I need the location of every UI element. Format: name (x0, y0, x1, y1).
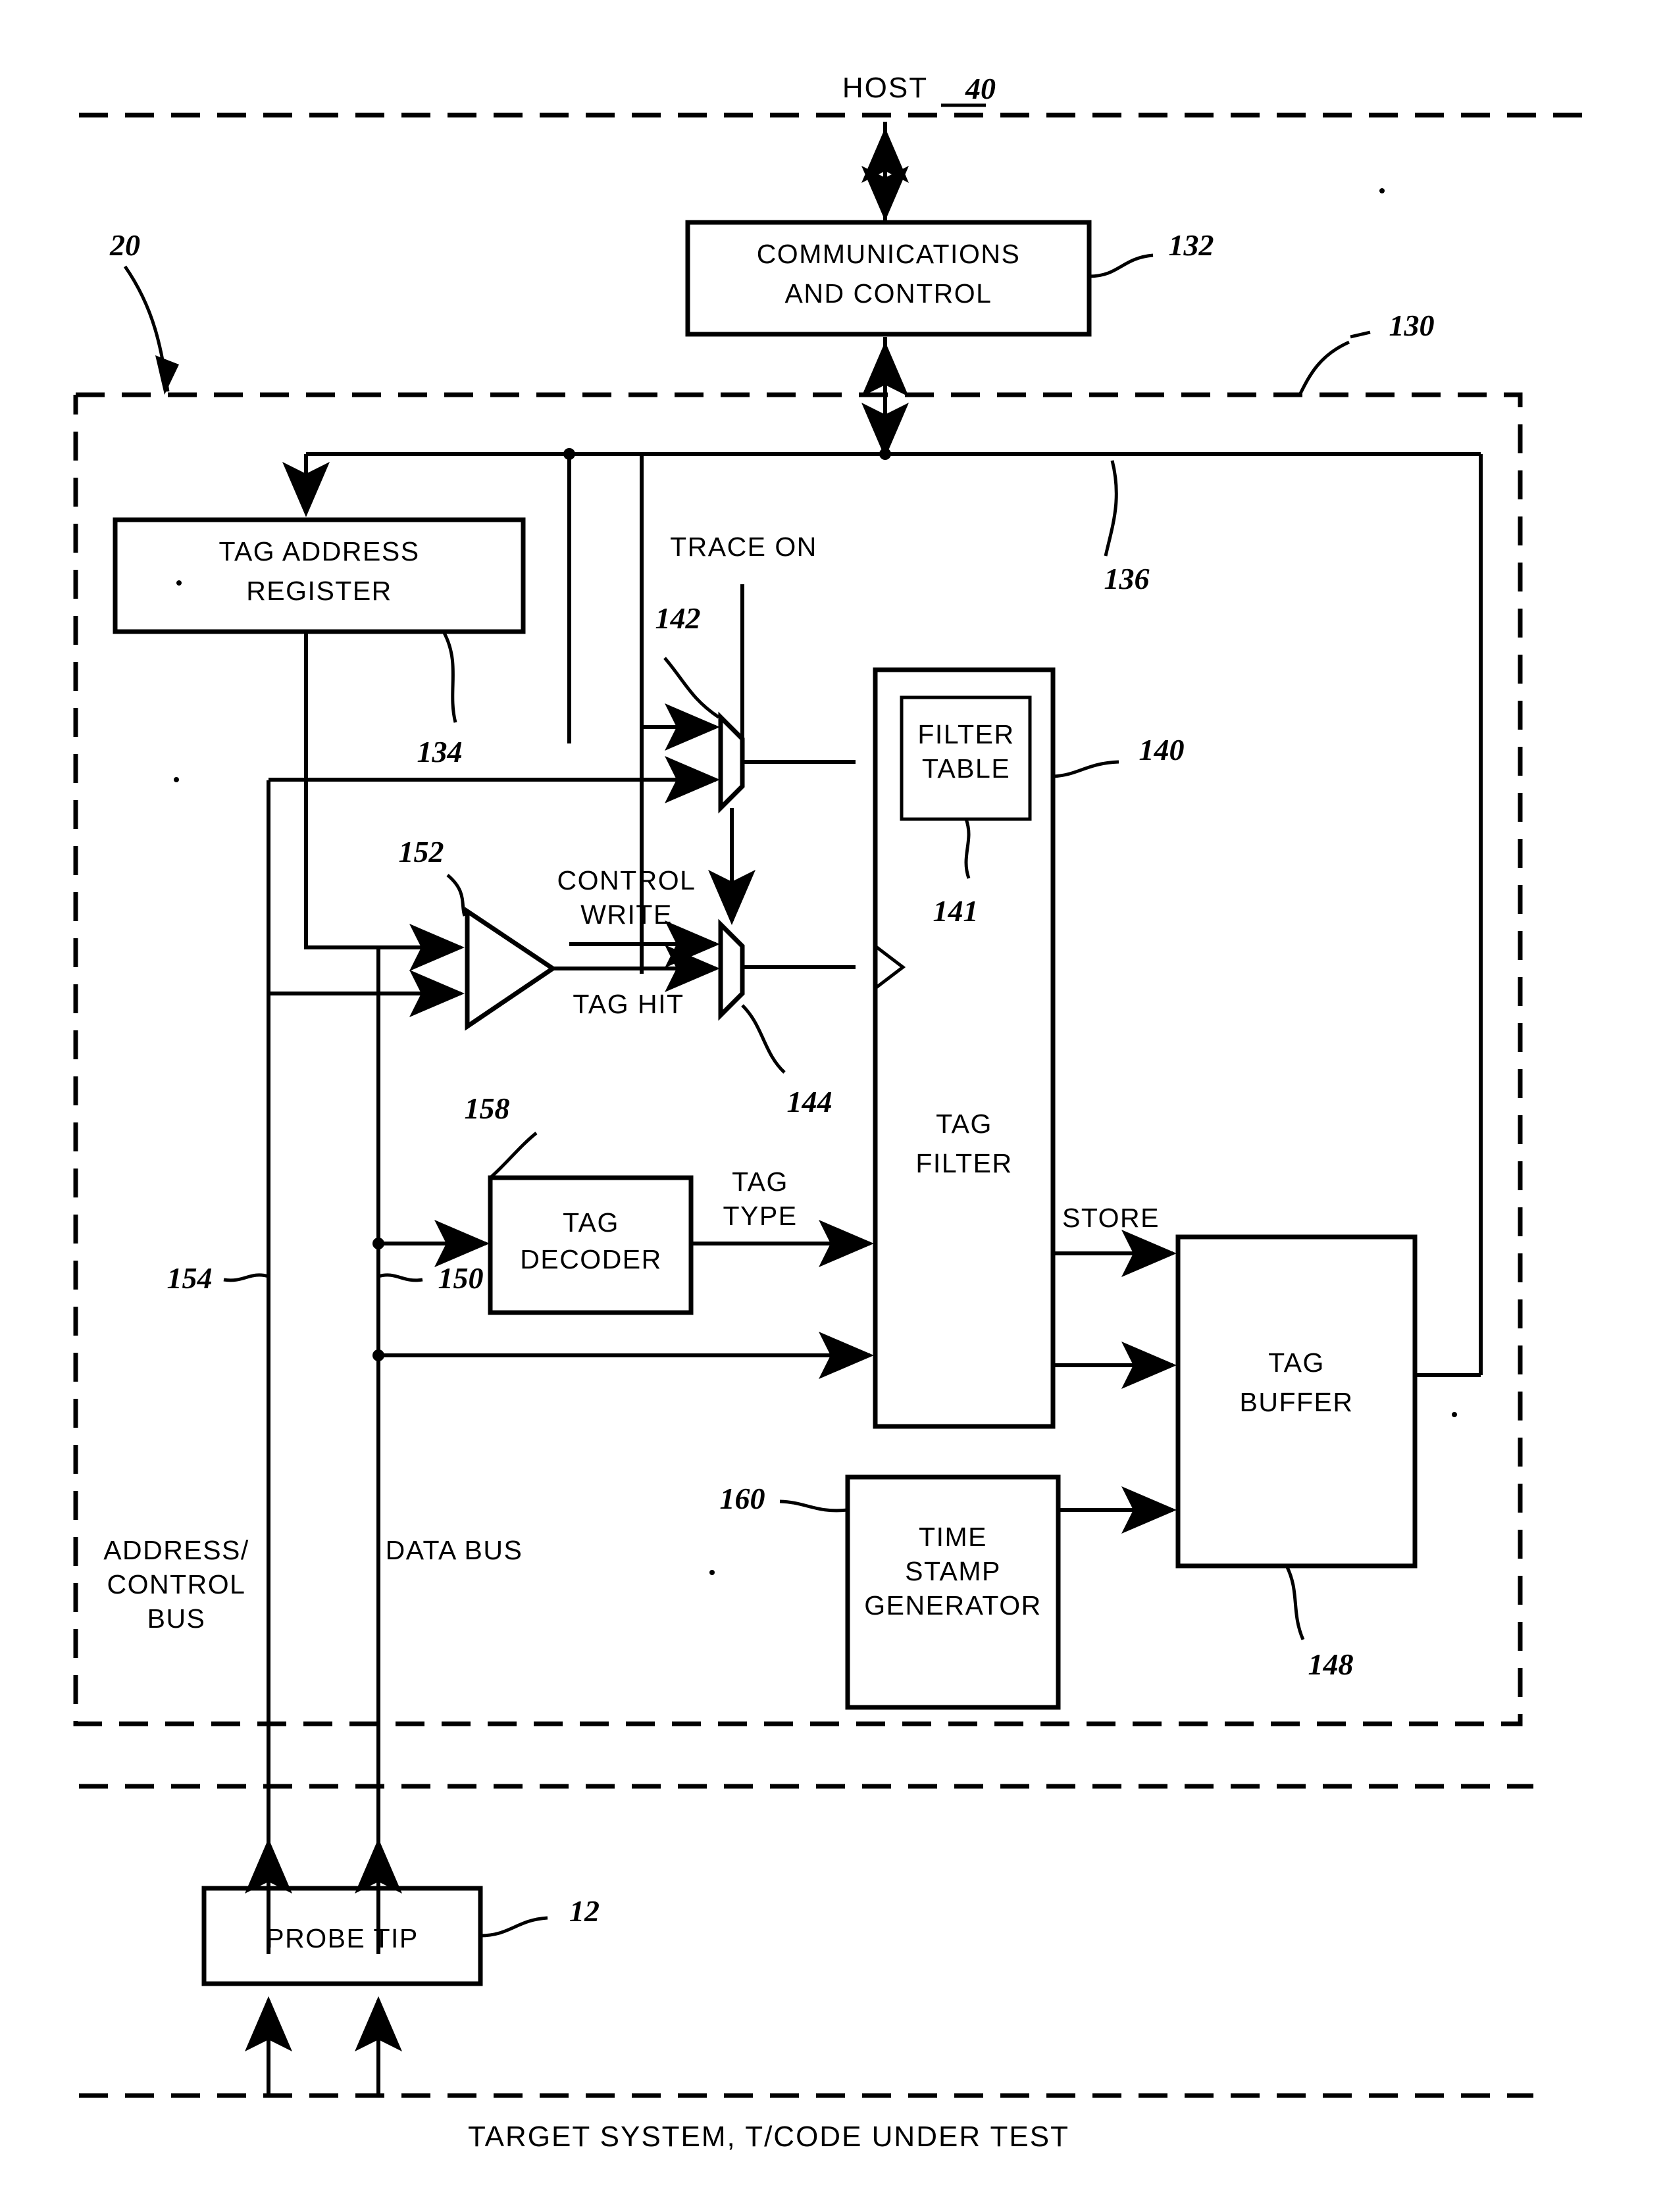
ref-130-leader (1298, 340, 1350, 396)
ref-160: 160 (720, 1482, 765, 1515)
ref-20: 20 (109, 228, 140, 262)
target-system-caption: TARGET SYSTEM, T/CODE UNDER TEST (468, 2121, 1069, 2153)
addr-ctrl-bus-line1: ADDRESS/ (103, 1535, 249, 1565)
probe-tip-label: PROBE TIP (266, 1923, 418, 1953)
tag-decoder-line1: TAG (563, 1207, 619, 1238)
ref-148-leader (1285, 1565, 1305, 1640)
control-write-line1: CONTROL (557, 865, 696, 895)
ref-141-leader (964, 818, 971, 879)
tsg-line1: TIME (919, 1522, 987, 1552)
ref-134: 134 (417, 735, 463, 768)
tag-buffer-line1: TAG (1268, 1347, 1325, 1378)
filter-table-block: FILTER TABLE (900, 695, 1032, 821)
ref-136: 136 (1104, 562, 1150, 595)
tag-filter-line2: FILTER (915, 1148, 1012, 1178)
addr-ctrl-bus-line2: CONTROL (107, 1569, 246, 1599)
ref-132: 132 (1169, 228, 1214, 262)
bus-node-comm (879, 448, 891, 460)
patent-figure-canvas: HOST 40 COMMUNICATIONS AND CONTROL 132 1… (0, 0, 1665, 2212)
tar-line1: TAG ADDRESS (218, 536, 419, 566)
tsg-line2: STAMP (905, 1556, 1001, 1586)
filter-table-line2: TABLE (922, 753, 1010, 784)
tag-decoder-line2: DECODER (520, 1244, 662, 1274)
tag-filter-input-marker (874, 945, 906, 990)
addr-ctrl-bus-line3: BUS (147, 1603, 206, 1634)
ref-136-leader (1104, 460, 1118, 557)
tsg-line3: GENERATOR (864, 1590, 1041, 1621)
scan-speck (174, 777, 179, 782)
trace-on-label: TRACE ON (670, 532, 817, 562)
scan-speck (1379, 188, 1385, 193)
tag-hit-label: TAG HIT (573, 989, 684, 1019)
host-ref: 40 (965, 72, 996, 105)
ref-141: 141 (933, 894, 979, 928)
ref-130-tick (1350, 330, 1371, 339)
ref-154-leader (223, 1273, 269, 1282)
ref-12-leader (480, 1916, 548, 1938)
tag-type-line1: TAG (732, 1167, 788, 1197)
time-stamp-generator-block: TIME STAMP GENERATOR (845, 1474, 1061, 1710)
ref-132-leader (1089, 253, 1154, 278)
ref-12: 12 (569, 1894, 600, 1928)
host-label: HOST (842, 72, 928, 104)
comparator-152 (465, 907, 557, 1031)
ref-142: 142 (655, 601, 701, 635)
ref-144-leader (741, 1004, 786, 1074)
tag-address-register-block: TAG ADDRESS REGISTER (113, 517, 526, 634)
ref-152: 152 (399, 835, 444, 868)
scan-speck (709, 1570, 715, 1575)
ref-158-leader (489, 1132, 538, 1179)
ref-134-leader (442, 632, 457, 723)
ref-150-leader (378, 1273, 423, 1282)
ref-142-leader (663, 657, 720, 719)
tag-buffer-block: TAG BUFFER (1175, 1234, 1418, 1569)
comm-control-line1: COMMUNICATIONS (757, 239, 1021, 269)
scan-speck (176, 580, 182, 586)
ref-144: 144 (787, 1085, 832, 1119)
tag-buffer-line2: BUFFER (1240, 1387, 1354, 1417)
data-bus-label: DATA BUS (386, 1535, 523, 1565)
filter-table-line1: FILTER (917, 719, 1014, 749)
store-label: STORE (1062, 1203, 1160, 1233)
ref-160-leader (779, 1499, 848, 1513)
communications-and-control-block: COMMUNICATIONS AND CONTROL (685, 220, 1092, 337)
ref-148: 148 (1308, 1647, 1354, 1681)
ref-150: 150 (438, 1261, 484, 1295)
trace-mux-142 (718, 711, 745, 814)
control-write-line2: WRITE (580, 899, 673, 930)
tag-decoder-block: TAG DECODER (488, 1175, 694, 1315)
tar-output-wire (304, 632, 465, 971)
ref-140-leader (1052, 760, 1119, 778)
comm-control-line2: AND CONTROL (785, 278, 992, 309)
ref-152-leader (446, 874, 467, 917)
ref-130: 130 (1389, 309, 1435, 342)
taghit-mux-144 (718, 918, 745, 1021)
scan-speck (1452, 1412, 1457, 1417)
tag-type-line2: TYPE (723, 1201, 797, 1231)
tar-line2: REGISTER (246, 576, 392, 606)
probe-tip-block: PROBE TIP (201, 1886, 483, 1986)
ref-158: 158 (465, 1092, 510, 1125)
ref-154: 154 (167, 1261, 213, 1295)
tag-filter-line1: TAG (936, 1109, 992, 1139)
ref-20-arrowhead (155, 355, 179, 395)
ref-140: 140 (1139, 733, 1185, 767)
